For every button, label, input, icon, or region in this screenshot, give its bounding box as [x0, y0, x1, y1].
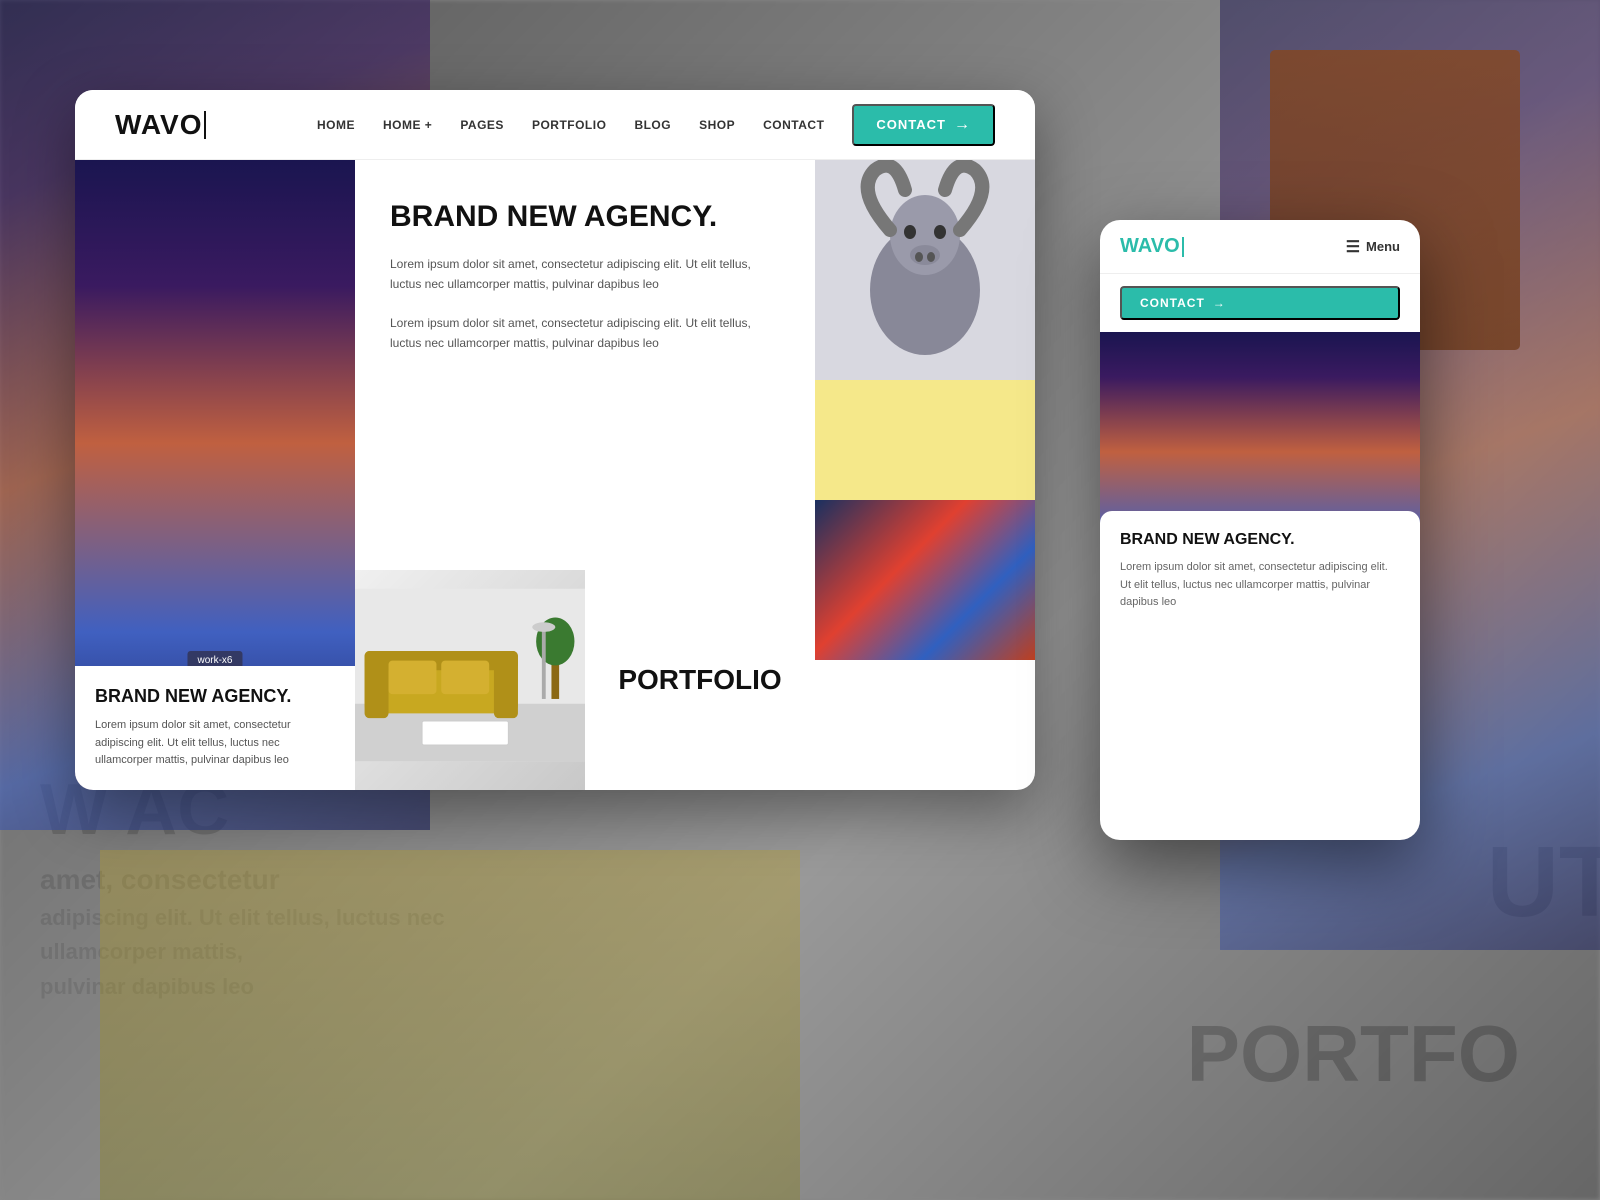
mobile-mockup: WAVO ☰ Menu CONTACT → BRAND NEW AGENCY. …	[1100, 220, 1420, 840]
desktop-mockup: WAVO HOME HOME + PAGES PORTFOLIO BLOG SH…	[75, 90, 1035, 790]
desktop-header: WAVO HOME HOME + PAGES PORTFOLIO BLOG SH…	[75, 90, 1035, 160]
ram-svg	[815, 160, 1035, 380]
lower-left-text: Lorem ipsum dolor sit amet, consectetur …	[95, 717, 335, 770]
desktop-center-content: BRAND NEW AGENCY. Lorem ipsum dolor sit …	[355, 160, 815, 790]
portfolio-label: PORTFOLIO	[618, 664, 781, 696]
nav-home[interactable]: HOME	[317, 118, 355, 132]
yellow-strip	[815, 380, 1035, 500]
nav-shop[interactable]: SHOP	[699, 118, 735, 132]
center-bottom: PORTFOLIO	[355, 570, 815, 790]
mobile-logo-cursor	[1182, 237, 1184, 257]
mobile-contact-button[interactable]: CONTACT →	[1120, 286, 1400, 320]
desktop-logo[interactable]: WAVO	[115, 109, 206, 141]
desktop-right-column	[815, 160, 1035, 790]
bg-sofa-area	[100, 850, 800, 1200]
mobile-body: BRAND NEW AGENCY. Lorem ipsum dolor sit …	[1100, 332, 1420, 632]
mobile-logo[interactable]: WAVO	[1120, 235, 1184, 258]
desktop-contact-button[interactable]: CONTACT →	[852, 104, 995, 146]
mobile-header: WAVO ☰ Menu	[1100, 220, 1420, 274]
nav-blog[interactable]: BLOG	[634, 118, 671, 132]
bg-portfolio-text: PORTFO	[1187, 1008, 1520, 1100]
ram-shape	[815, 160, 1035, 380]
lower-left-content: BRAND NEW AGENCY. Lorem ipsum dolor sit …	[75, 666, 355, 790]
contact-arrow-icon: →	[954, 116, 971, 134]
mobile-menu-button[interactable]: ☰ Menu	[1346, 237, 1400, 257]
desktop-nav: HOME HOME + PAGES PORTFOLIO BLOG SHOP CO…	[317, 104, 995, 146]
sofa-svg	[355, 570, 585, 780]
nav-contact[interactable]: CONTACT	[763, 118, 824, 132]
ram-image	[815, 160, 1035, 380]
nav-home-plus[interactable]: HOME +	[383, 118, 432, 132]
desktop-body: work-x6 BRAND NEW AGENCY. Lorem ipsum do…	[75, 160, 1035, 790]
desktop-hero-image: work-x6 BRAND NEW AGENCY. Lorem ipsum do…	[75, 160, 355, 790]
abstract-image	[815, 500, 1035, 660]
hero-paragraph-1: Lorem ipsum dolor sit amet, consectetur …	[390, 254, 780, 295]
lower-left-title: BRAND NEW AGENCY.	[95, 686, 335, 707]
nav-pages[interactable]: PAGES	[460, 118, 504, 132]
mobile-card-text: Lorem ipsum dolor sit amet, consectetur …	[1120, 559, 1400, 612]
hero-title: BRAND NEW AGENCY.	[390, 200, 780, 234]
mobile-contact-arrow-icon: →	[1213, 296, 1226, 310]
mobile-hero-card: BRAND NEW AGENCY. Lorem ipsum dolor sit …	[1100, 511, 1420, 632]
hamburger-icon: ☰	[1346, 237, 1360, 257]
sofa-content	[355, 570, 585, 790]
portfolio-label-box: PORTFOLIO	[585, 570, 815, 790]
hero-paragraph-2: Lorem ipsum dolor sit amet, consectetur …	[390, 313, 780, 354]
mobile-card-title: BRAND NEW AGENCY.	[1120, 531, 1400, 549]
mobile-hero-image: BRAND NEW AGENCY. Lorem ipsum dolor sit …	[1100, 332, 1420, 632]
logo-cursor	[204, 111, 206, 139]
sofa-image	[355, 570, 585, 790]
nav-portfolio[interactable]: PORTFOLIO	[532, 118, 607, 132]
